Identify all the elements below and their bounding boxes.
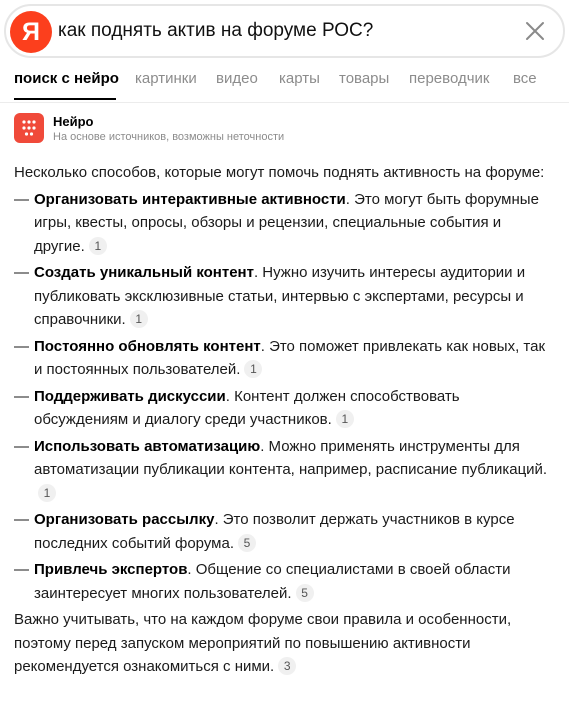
list-dash: — <box>14 511 29 528</box>
list-dash: — <box>14 264 29 281</box>
search-input[interactable]: как поднять актив на форуме РОС? <box>58 20 373 42</box>
yandex-logo[interactable]: Я <box>10 11 52 53</box>
list-item: — Использовать автоматизацию. Можно прим… <box>14 435 554 506</box>
tab-all[interactable]: все <box>513 70 537 87</box>
answer-conclusion: Важно учитывать, что на каждом форуме св… <box>14 608 554 679</box>
citation-badge[interactable]: 5 <box>295 583 314 602</box>
list-item: — Привлечь экспертов. Общение со специал… <box>14 558 554 605</box>
tab-images[interactable]: картинки <box>135 70 197 87</box>
search-bar: Я как поднять актив на форуме РОС? <box>4 4 565 58</box>
citation-badge[interactable]: 1 <box>129 310 148 328</box>
clear-search-button[interactable] <box>523 19 547 43</box>
item-title: Организовать рассылку <box>34 511 215 528</box>
list-dash: — <box>14 437 29 455</box>
list-item: — Поддерживать дискуссии. Контент должен… <box>14 385 554 432</box>
list-item: — Постоянно обновлять контент. Это помож… <box>14 335 554 382</box>
neuro-answer: Несколько способов, которые могут помочь… <box>14 161 554 679</box>
list-item: — Создать уникальный контент. Нужно изуч… <box>14 261 554 332</box>
item-title: Поддерживать дискуссии <box>34 387 226 405</box>
citation-badge[interactable]: 1 <box>335 410 354 428</box>
citation-badge[interactable]: 3 <box>278 657 297 675</box>
tab-video[interactable]: видео <box>216 70 258 87</box>
tab-neuro[interactable]: поиск с нейро <box>14 70 119 87</box>
tab-translator[interactable]: переводчик <box>409 70 489 87</box>
list-dash: — <box>14 337 29 355</box>
neuro-logo-icon <box>14 113 44 143</box>
neuro-name: Нейро <box>53 114 94 129</box>
tab-products[interactable]: товары <box>339 70 389 87</box>
list-dash: — <box>14 387 29 405</box>
tabs-divider <box>0 102 569 103</box>
tab-maps[interactable]: карты <box>279 70 320 87</box>
item-title: Постоянно обновлять контент <box>34 337 261 355</box>
item-title: Привлечь экспертов <box>34 561 188 578</box>
item-title: Создать уникальный контент <box>34 264 254 281</box>
close-icon <box>526 22 544 40</box>
item-title: Использовать автоматизацию <box>34 437 261 455</box>
citation-badge[interactable]: 1 <box>88 236 107 255</box>
answer-intro: Несколько способов, которые могут помочь… <box>14 164 545 181</box>
list-item: — Организовать рассылку. Это позволит де… <box>14 508 554 555</box>
list-item: — Организовать интерактивные активности.… <box>14 188 554 259</box>
list-dash: — <box>14 190 29 208</box>
citation-badge[interactable]: 5 <box>238 533 257 552</box>
list-dash: — <box>14 561 29 578</box>
search-tabs: поиск с нейро картинки видео карты товар… <box>14 70 569 102</box>
citation-badge[interactable]: 1 <box>244 360 263 378</box>
active-tab-indicator <box>14 98 116 100</box>
neuro-logo-mark <box>22 120 36 136</box>
neuro-disclaimer: На основе источников, возможны неточност… <box>53 131 285 143</box>
conclusion-text: Важно учитывать, что на каждом форуме св… <box>14 611 512 675</box>
item-title: Организовать интерактивные активности <box>34 190 346 208</box>
citation-badge[interactable]: 1 <box>38 483 56 502</box>
